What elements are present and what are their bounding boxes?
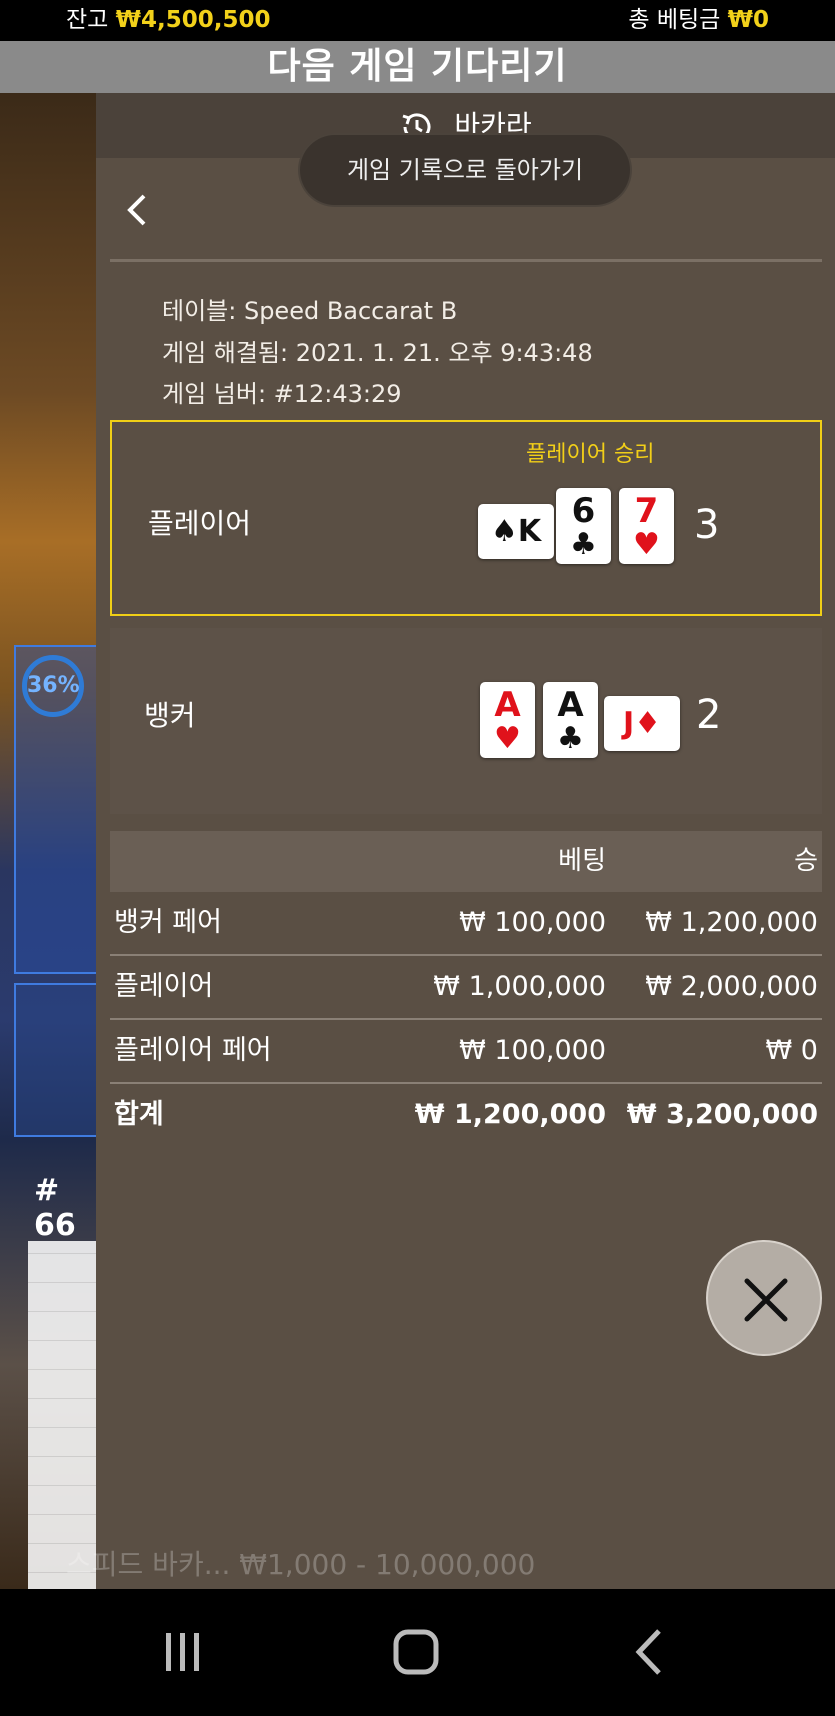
total-bet: ₩ 1,200,000 xyxy=(414,1099,606,1130)
total-bet-label: 총 베팅금 xyxy=(628,7,721,33)
card-rank: J xyxy=(622,706,635,741)
header-bet: 베팅 xyxy=(558,846,606,876)
table-row: 플레이어 ₩ 1,000,000 ₩ 2,000,000 xyxy=(110,956,822,1020)
card-suit: ♣ xyxy=(557,721,584,756)
table-info: 테이블: Speed Baccarat B xyxy=(162,297,458,325)
card-face: ♠K xyxy=(478,504,554,559)
player-result: 플레이어 승리 플레이어 ♠K 6 ♣ 7 ♥ 3 xyxy=(110,420,822,616)
card-face: J♦ xyxy=(604,696,680,751)
percent-badge: 36% xyxy=(22,655,84,717)
player-win-label: 플레이어 승리 xyxy=(526,442,655,467)
game-history-panel: 바카라 게임 기록으로 돌아가기 테이블: Speed Baccarat B 게… xyxy=(66,93,835,1589)
player-card-2: 6 ♣ xyxy=(556,488,611,564)
recent-apps-icon[interactable] xyxy=(158,1627,208,1677)
divider xyxy=(110,259,822,262)
total-label: 합계 xyxy=(114,1099,164,1130)
card-rank: A xyxy=(494,685,521,725)
card-rank: A xyxy=(557,685,584,725)
bet-name: 플레이어 페어 xyxy=(114,1035,272,1066)
bet-name: 플레이어 xyxy=(114,971,214,1002)
card-suit: ♣ xyxy=(570,527,597,562)
chevron-left-icon[interactable] xyxy=(118,190,158,230)
card-rank: 6 xyxy=(571,491,596,531)
balance-value: ₩4,500,500 xyxy=(115,7,271,33)
banker-card-3: J♦ xyxy=(604,696,680,751)
bet-amount: ₩ 100,000 xyxy=(459,907,606,938)
bet-spot-secondary xyxy=(14,983,100,1137)
banker-label: 뱅커 xyxy=(144,699,196,732)
status-bar: 잔고 ₩4,500,500 총 베팅금 ₩0 xyxy=(0,0,835,41)
table-row: 뱅커 페어 ₩ 100,000 ₩ 1,200,000 xyxy=(110,892,822,956)
bet-amount: ₩ 100,000 xyxy=(459,1035,606,1066)
background-ghost-text: 스피드 바카... ₩1,000 - 10,000,000 xyxy=(66,1548,536,1581)
game-number: 게임 넘버: #12:43:29 xyxy=(162,380,402,408)
win-amount: ₩ 2,000,000 xyxy=(645,971,818,1002)
card-suit: ♠ xyxy=(490,514,518,549)
back-icon[interactable] xyxy=(625,1627,675,1677)
card-rank: 7 xyxy=(634,491,659,531)
banker-score: 2 xyxy=(696,692,722,738)
bet-amount: ₩ 1,000,000 xyxy=(433,971,606,1002)
player-label: 플레이어 xyxy=(148,507,252,540)
bet-name: 뱅커 페어 xyxy=(114,907,222,938)
banker-result: 뱅커 A ♥ A ♣ J♦ 2 xyxy=(110,628,822,814)
bets-table: 베팅 승 뱅커 페어 ₩ 100,000 ₩ 1,200,000 플레이어 ₩ … xyxy=(110,831,822,1146)
card-rank: K xyxy=(517,514,542,549)
home-icon[interactable] xyxy=(391,1627,441,1677)
background-game-view: 36% # 66 xyxy=(0,93,100,1631)
total-win: ₩ 3,200,000 xyxy=(626,1099,818,1130)
player-card-1: ♠K xyxy=(478,504,554,559)
close-button[interactable] xyxy=(706,1240,822,1356)
balance-label: 잔고 xyxy=(66,7,109,33)
table-number: # 66 xyxy=(34,1173,76,1243)
win-amount: ₩ 0 xyxy=(765,1035,818,1066)
total-bet-value: ₩0 xyxy=(727,7,769,33)
card-suit: ♥ xyxy=(494,721,521,756)
card-suit: ♦ xyxy=(634,706,662,741)
table-row: 플레이어 페어 ₩ 100,000 ₩ 0 xyxy=(110,1020,822,1084)
back-to-history-button[interactable]: 게임 기록으로 돌아가기 xyxy=(300,135,630,205)
player-card-3: 7 ♥ xyxy=(619,488,674,564)
balance: 잔고 ₩4,500,500 xyxy=(66,0,271,41)
total-bet: 총 베팅금 ₩0 xyxy=(628,0,769,41)
table-header: 베팅 승 xyxy=(110,831,822,892)
system-nav-bar xyxy=(0,1589,835,1716)
player-score: 3 xyxy=(694,502,720,548)
banker-card-1: A ♥ xyxy=(480,682,535,758)
win-amount: ₩ 1,200,000 xyxy=(645,907,818,938)
total-row: 합계 ₩ 1,200,000 ₩ 3,200,000 xyxy=(110,1084,822,1146)
close-icon xyxy=(744,1278,788,1322)
banker-card-2: A ♣ xyxy=(543,682,598,758)
card-suit: ♥ xyxy=(633,527,660,562)
waiting-banner: 다음 게임 기다리기 xyxy=(0,41,835,93)
resolved-time: 게임 해결됨: 2021. 1. 21. 오후 9:43:48 xyxy=(162,339,593,367)
header-win: 승 xyxy=(794,846,818,876)
